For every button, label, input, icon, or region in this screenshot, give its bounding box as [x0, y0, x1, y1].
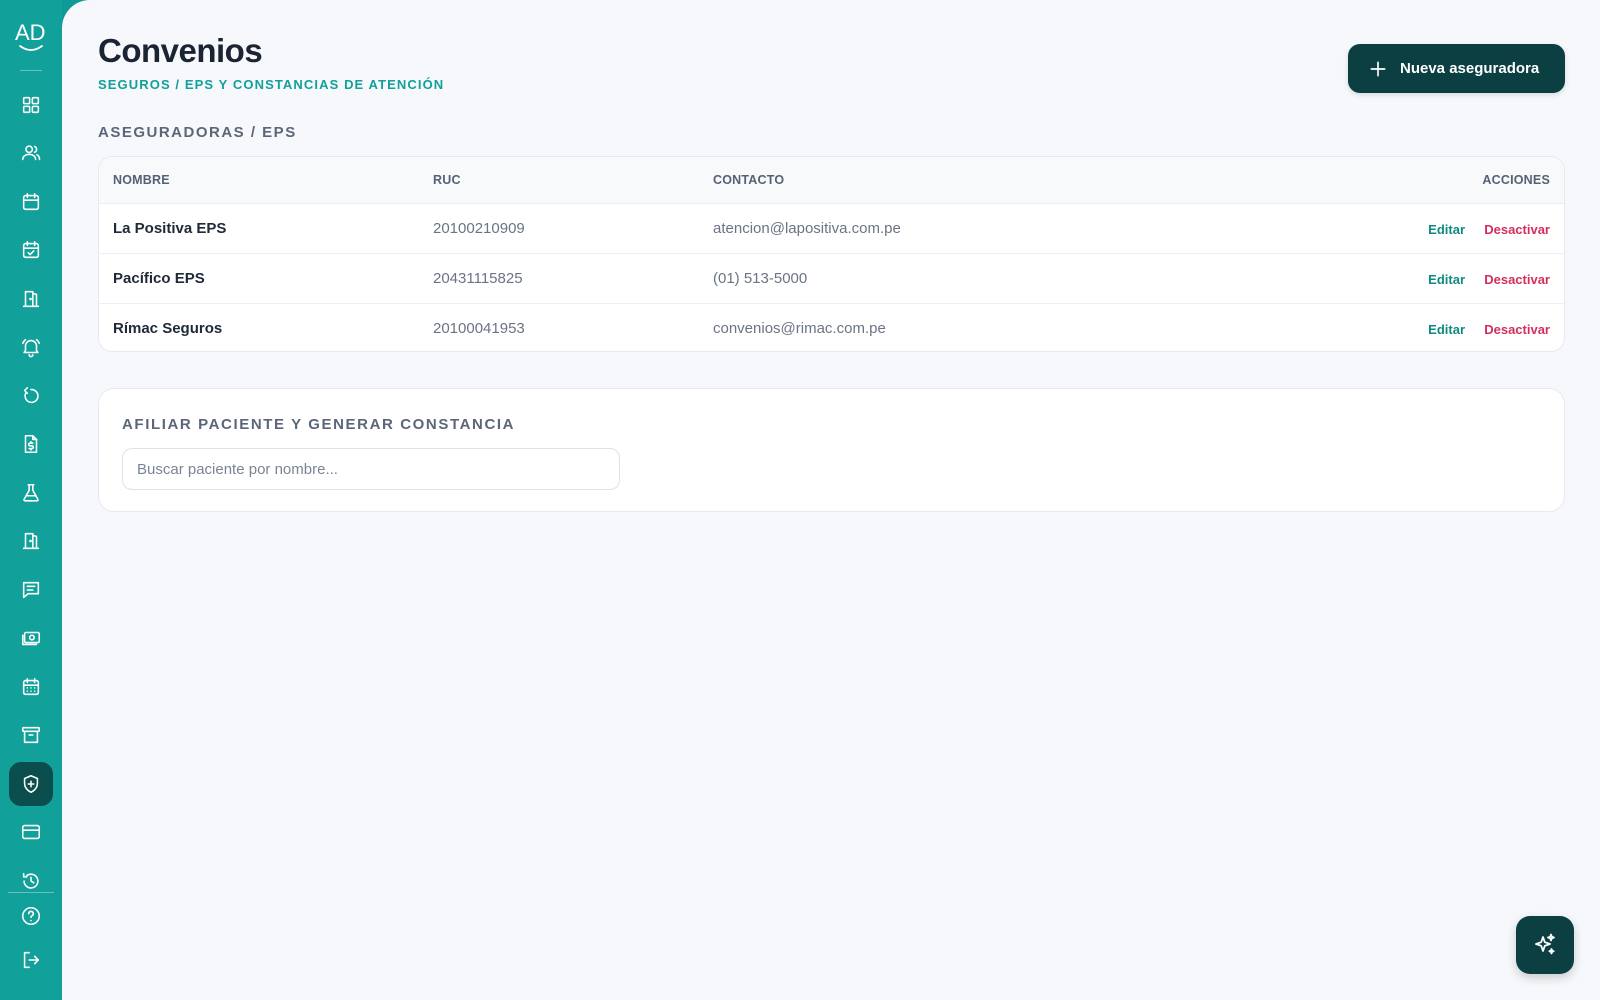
door-icon [22, 290, 40, 308]
edit-link[interactable]: Editar [1428, 322, 1465, 337]
calendar-grid-icon [22, 677, 40, 696]
flask-icon [23, 483, 39, 502]
help-button[interactable] [9, 894, 53, 938]
insurer-contact: (01) 513-5000 [713, 270, 808, 287]
calendar-check-icon [22, 240, 40, 259]
sidebar-bottom-divider [8, 892, 54, 893]
archive-icon [21, 726, 41, 744]
edit-link[interactable]: Editar [1428, 272, 1465, 287]
ai-assistant-button[interactable] [1516, 916, 1574, 974]
table-row: Pacífico EPS 20431115825 (01) 513-5000 E… [99, 253, 1564, 303]
logo-mark-icon: AD [15, 20, 46, 51]
sidebar-divider [20, 70, 42, 71]
table-row: Rímac Seguros 20100041953 convenios@rima… [99, 303, 1564, 351]
new-insurer-button-label: Nueva aseguradora [1400, 60, 1540, 77]
edit-link[interactable]: Editar [1428, 222, 1465, 237]
users-icon [21, 145, 41, 161]
cash-icon [21, 631, 41, 646]
calendar-icon [22, 192, 40, 211]
sidebar-item-dashboard[interactable] [9, 83, 53, 127]
message-icon [22, 581, 40, 599]
insurer-ruc: 20100041953 [433, 320, 525, 337]
insurer-ruc: 20100210909 [433, 220, 525, 237]
shield-plus-icon [23, 774, 39, 794]
column-header-contact: CONTACTO [713, 173, 785, 187]
insurer-ruc: 20431115825 [433, 270, 523, 287]
sidebar-item-refresh[interactable] [9, 374, 53, 418]
insurer-name: Pacífico EPS [113, 270, 205, 287]
sidebar-item-appointments[interactable] [9, 228, 53, 272]
insurers-table: NOMBRE RUC CONTACTO ACCIONES La Positiva… [98, 156, 1565, 352]
refresh-icon [23, 386, 39, 404]
sidebar-item-alerts[interactable] [9, 325, 53, 369]
sidebar-item-patients[interactable] [9, 131, 53, 175]
column-header-ruc: RUC [433, 173, 461, 187]
logo-text: AD [15, 20, 46, 45]
sidebar-item-offices[interactable] [9, 519, 53, 563]
column-header-name: NOMBRE [113, 173, 170, 187]
invoice-icon [24, 434, 38, 454]
sidebar: AD [0, 0, 62, 1000]
help-icon [21, 906, 41, 926]
affiliate-panel: AFILIAR PACIENTE Y GENERAR CONSTANCIA [98, 388, 1565, 512]
dashboard-grid-icon [22, 96, 40, 114]
logo[interactable]: AD [12, 16, 50, 56]
column-header-actions: ACCIONES [1482, 173, 1550, 187]
door-icon [22, 532, 40, 550]
sidebar-item-convenios[interactable] [9, 762, 53, 806]
bell-icon [21, 338, 41, 358]
sidebar-item-payments[interactable] [9, 616, 53, 660]
logout-button[interactable] [9, 938, 53, 982]
logout-icon [23, 951, 40, 969]
affiliate-panel-title: AFILIAR PACIENTE Y GENERAR CONSTANCIA [122, 416, 516, 433]
sidebar-item-calendar[interactable] [9, 180, 53, 224]
table-row: La Positiva EPS 20100210909 atencion@lap… [99, 203, 1564, 253]
page-title: Convenios [98, 32, 263, 69]
sidebar-item-schedule[interactable] [9, 665, 53, 709]
sidebar-item-archive[interactable] [9, 713, 53, 757]
insurer-contact: atencion@lapositiva.com.pe [713, 220, 901, 237]
insurer-contact: convenios@rimac.com.pe [713, 320, 886, 337]
deactivate-link[interactable]: Desactivar [1484, 222, 1550, 237]
table-header: NOMBRE RUC CONTACTO ACCIONES [99, 157, 1564, 203]
patient-search-input[interactable] [122, 448, 620, 490]
main-content: Convenios SEGUROS / EPS Y CONSTANCIAS DE… [62, 0, 1600, 1000]
plus-icon [1370, 61, 1386, 76]
history-icon [22, 872, 39, 889]
deactivate-link[interactable]: Desactivar [1484, 322, 1550, 337]
sidebar-item-billing[interactable] [9, 422, 53, 466]
page-subtitle: SEGUROS / EPS Y CONSTANCIAS DE ATENCIÓN [98, 77, 445, 92]
new-insurer-button[interactable]: Nueva aseguradora [1348, 44, 1565, 93]
sidebar-item-lab[interactable] [9, 471, 53, 515]
insurers-section-title: ASEGURADORAS / EPS [98, 124, 297, 141]
credit-card-icon [21, 824, 41, 840]
sidebar-item-cards[interactable] [9, 810, 53, 854]
sidebar-item-messages[interactable] [9, 568, 53, 612]
sidebar-item-rooms[interactable] [9, 277, 53, 321]
deactivate-link[interactable]: Desactivar [1484, 272, 1550, 287]
insurer-name: La Positiva EPS [113, 220, 227, 237]
insurer-name: Rímac Seguros [113, 320, 223, 337]
sparkles-icon [1535, 933, 1555, 955]
